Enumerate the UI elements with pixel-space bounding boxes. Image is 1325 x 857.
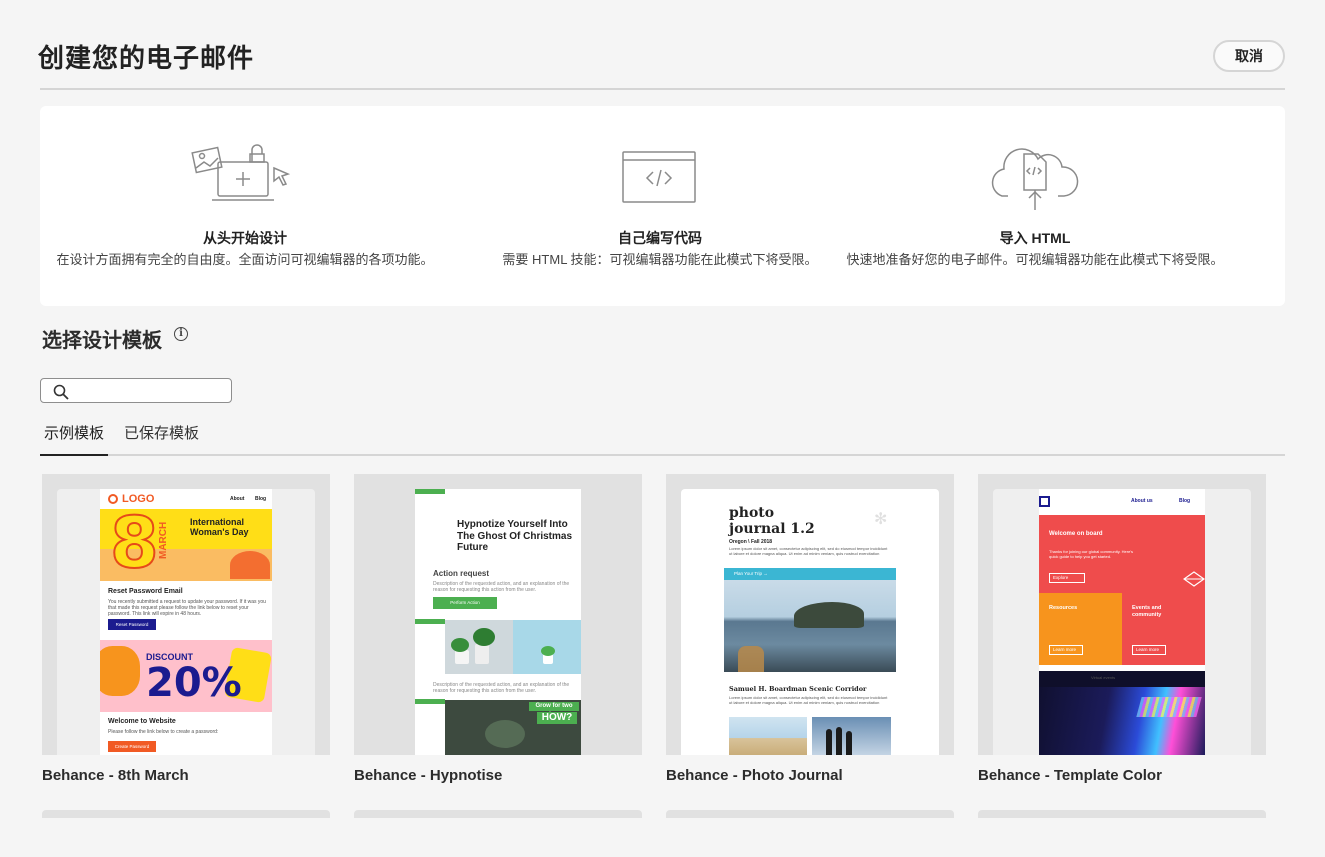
template-card-peek: [978, 810, 1266, 818]
hero-vertical-text: MARCH: [158, 521, 169, 559]
hero-number: 8: [109, 502, 160, 584]
learn-more-button: Learn more: [1132, 645, 1166, 655]
welcome-button: Create Password: [108, 741, 156, 752]
email-preview: LOGO About Blog 8 MARCH International Wo…: [100, 489, 272, 755]
plant-image: [445, 620, 513, 674]
template-card-hypnotise[interactable]: Hypnotize Yourself Into The Ghost Of Chr…: [354, 474, 642, 792]
creation-options-panel: 从头开始设计 在设计方面拥有完全的自由度。全面访问可视编辑器的各项功能。 自己编…: [40, 106, 1285, 306]
banner-big: HOW?: [537, 712, 577, 724]
template-search[interactable]: [40, 378, 232, 403]
action-title: Action request: [433, 569, 490, 578]
resources-title: Resources: [1049, 605, 1078, 611]
info-icon[interactable]: i: [174, 327, 188, 341]
card-thumbnail: Hypnotize Yourself Into The Ghost Of Chr…: [369, 489, 627, 755]
option-title: 从头开始设计: [203, 230, 287, 246]
plant-image-2: [513, 620, 581, 674]
option-title: 自己编写代码: [618, 230, 702, 246]
welcome-title: Welcome on board: [1049, 531, 1103, 537]
seedling-banner: Grow for two days HOW?: [445, 700, 581, 755]
journal-subtitle: Oregon \ Fall 2018: [729, 539, 773, 545]
welcome-title: Welcome to Website: [108, 718, 176, 725]
template-card-peek: [666, 810, 954, 818]
cancel-button[interactable]: 取消: [1213, 40, 1285, 72]
card-title: Behance - 8th March: [42, 767, 189, 784]
dialog-footer-space: [40, 818, 1285, 857]
beach-photo: [729, 717, 807, 755]
journal-intro: Lorem ipsum dolor sit amet, consectetur …: [729, 546, 888, 556]
welcome-body: Thanks for joining our global community.…: [1049, 549, 1134, 559]
body-text: Description of the requested action, and…: [433, 682, 570, 694]
section-title: Samuel H. Boardman Scenic Corridor: [729, 685, 867, 693]
hero-headline: Hypnotize Yourself Into The Ghost Of Chr…: [457, 519, 573, 553]
discount-banner: DISCOUNT 20%: [100, 640, 272, 712]
option-description: 在设计方面拥有完全的自由度。全面访问可视编辑器的各项功能。: [56, 252, 434, 267]
reset-button: Reset Password: [108, 619, 156, 630]
search-icon: [53, 384, 69, 400]
dialog-title: 创建您的电子邮件: [38, 44, 255, 74]
learn-more-button: Learn more: [1049, 645, 1083, 655]
resources-block: Resources Learn more: [1039, 593, 1122, 665]
option-description: 需要 HTML 技能：可视编辑器功能在此模式下将受限。: [502, 252, 818, 267]
template-card-template-color[interactable]: About us Blog Welcome on board Thanks fo…: [978, 474, 1266, 792]
hero-banner: 8 MARCH International Woman's Day: [100, 502, 272, 584]
banner-small: Grow for two days: [529, 702, 579, 718]
card-thumbnail: photo journal 1.2 ✻ Oregon \ Fall 2018 L…: [681, 489, 939, 755]
email-preview: photo journal 1.2 ✻ Oregon \ Fall 2018 L…: [724, 489, 896, 755]
hero-headline: International Woman's Day: [190, 517, 249, 537]
dark-caption: Virtual events: [1091, 675, 1116, 680]
events-title: Events and community: [1132, 605, 1162, 618]
dark-event-block: Virtual events: [1039, 671, 1205, 755]
option-import-html[interactable]: 导入 HTML 快速地准备好您的电子邮件。可视编辑器功能在此模式下将受限。: [835, 106, 1235, 306]
code-editor-icon: [622, 151, 696, 203]
tab-sample-templates[interactable]: 示例模板: [40, 424, 109, 456]
people-photo: [812, 717, 891, 755]
card-title: Behance - Hypnotise: [354, 767, 503, 784]
tab-saved-templates[interactable]: 已保存模板: [120, 424, 203, 454]
card-title: Behance - Template Color: [978, 767, 1162, 784]
welcome-body: Please follow the link below to create a…: [108, 729, 219, 735]
coast-photo: [724, 580, 896, 672]
explore-button: Explore: [1049, 573, 1085, 583]
snowflake-icon: ✻: [874, 511, 888, 528]
card-title: Behance - Photo Journal: [666, 767, 843, 784]
reset-title: Reset Password Email: [108, 588, 183, 595]
header-divider: [40, 88, 1285, 90]
action-button: Perform Action: [433, 597, 497, 609]
diamond-icon: [1183, 571, 1205, 587]
action-body: Description of the requested action, and…: [433, 581, 570, 593]
discount-percent: 20%: [146, 660, 242, 706]
option-design-from-scratch[interactable]: 从头开始设计 在设计方面拥有完全的自由度。全面访问可视编辑器的各项功能。: [45, 106, 445, 306]
welcome-block: Welcome on board Thanks for joining our …: [1039, 515, 1205, 593]
nav-link: Blog: [255, 496, 267, 502]
design-from-scratch-icon: [191, 144, 291, 201]
section-body: Lorem ipsum dolor sit amet, consectetur …: [729, 695, 888, 705]
reset-body: You recently submitted a request to upda…: [108, 599, 266, 617]
templates-section-title: 选择设计模板: [42, 330, 162, 352]
journal-title-line1: photo: [729, 505, 775, 521]
journal-title-line2: journal 1.2: [729, 521, 815, 537]
template-tabs: 示例模板 已保存模板: [40, 420, 1285, 456]
option-description: 快速地准备好您的电子邮件。可视编辑器功能在此模式下将受限。: [846, 252, 1224, 267]
card-thumbnail: LOGO About Blog 8 MARCH International Wo…: [57, 489, 315, 755]
template-card-peek: [42, 810, 330, 818]
template-card-photo-journal[interactable]: photo journal 1.2 ✻ Oregon \ Fall 2018 L…: [666, 474, 954, 792]
option-title: 导入 HTML: [999, 230, 1071, 246]
create-email-dialog: 创建您的电子邮件 取消 从头开始设计 在设计方面拥有完全的自由度。全面访问可视编…: [0, 0, 1325, 857]
events-block: Events and community Learn more: [1122, 593, 1205, 665]
search-input[interactable]: [75, 381, 225, 400]
nav-link: About us: [1131, 498, 1153, 504]
logo-icon: [1039, 496, 1050, 507]
email-preview: About us Blog Welcome on board Thanks fo…: [1039, 489, 1205, 755]
nav-link: Blog: [1179, 498, 1191, 504]
option-code-your-own[interactable]: 自己编写代码 需要 HTML 技能：可视编辑器功能在此模式下将受限。: [460, 106, 860, 306]
template-card-8th-march[interactable]: LOGO About Blog 8 MARCH International Wo…: [42, 474, 330, 792]
email-preview: Hypnotize Yourself Into The Ghost Of Chr…: [415, 489, 581, 755]
plan-trip-bar: Plan Your Trip →: [724, 568, 896, 580]
cloud-upload-icon: [991, 148, 1079, 210]
card-thumbnail: About us Blog Welcome on board Thanks fo…: [993, 489, 1251, 755]
template-card-peek: [354, 810, 642, 818]
nav-link: About: [230, 496, 245, 502]
